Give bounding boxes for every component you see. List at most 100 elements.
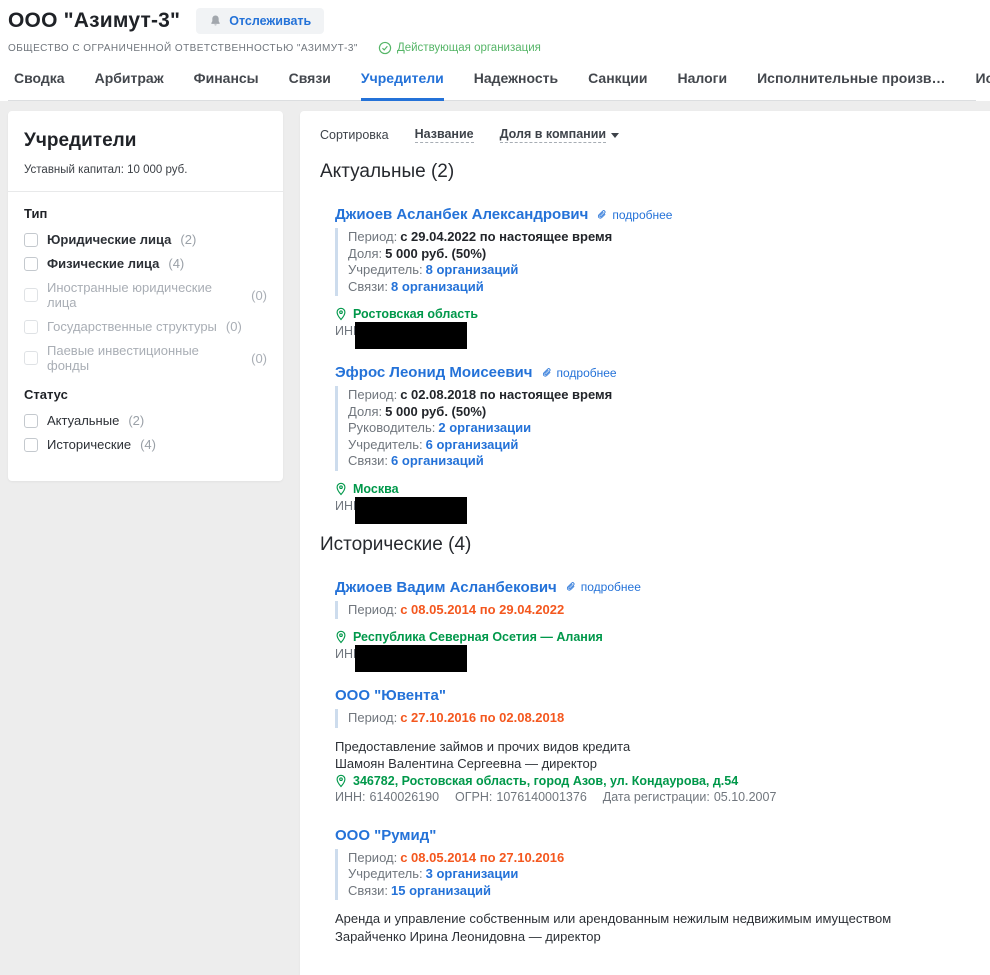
follow-button[interactable]: Отслеживать — [196, 8, 324, 34]
detail-value: с 08.05.2014 по 27.10.2016 — [400, 850, 564, 865]
founder-name-link[interactable]: Джиоев Вадим Асланбекович — [335, 579, 557, 596]
detail-label: Период: — [348, 387, 397, 402]
company-name-link[interactable]: ООО "Ювента" — [335, 687, 446, 704]
checkbox-icon[interactable] — [24, 233, 38, 247]
tab-uchrediteli[interactable]: Учредители — [361, 70, 444, 101]
location-label: Ростовская область — [353, 307, 478, 321]
filter-label: Актуальные — [47, 413, 119, 428]
details-block: Период:с 08.05.2014 по 27.10.2016Учредит… — [335, 849, 970, 901]
details-link-label: подробнее — [612, 208, 672, 222]
details-link[interactable]: подробнее — [541, 366, 617, 380]
inn-row: ИНН — [335, 647, 970, 664]
paperclip-icon — [541, 367, 553, 379]
company-name-link[interactable]: ООО "Румид" — [335, 827, 436, 844]
detail-value[interactable]: 15 организаций — [391, 883, 491, 898]
card-title-row: Эфрос Леонид Моисеевич подробнее — [335, 364, 970, 381]
paperclip-icon — [596, 209, 608, 221]
filter-label: Государственные структуры — [47, 319, 217, 334]
checkbox-icon[interactable] — [24, 257, 38, 271]
sort-option-label: Доля в компании — [500, 127, 606, 143]
detail-row: Период:с 27.10.2016 по 02.08.2018 — [348, 710, 970, 727]
location-label: 346782, Ростовская область, город Азов, … — [353, 774, 738, 788]
details-block: Период:с 02.08.2018 по настоящее времяДо… — [335, 386, 970, 471]
divider — [8, 191, 283, 192]
detail-value[interactable]: 6 организаций — [391, 453, 484, 468]
founder-name-link[interactable]: Джиоев Асланбек Александрович — [335, 206, 588, 223]
redaction-box — [355, 645, 467, 672]
meta-item: ОГРН:1076140001376 — [455, 790, 587, 804]
sort-option[interactable]: Название — [415, 127, 474, 143]
region-link[interactable]: Москва — [335, 482, 970, 496]
company-header: ООО "Азимут-3" Отслеживать ОБЩЕСТВО С ОГ… — [0, 0, 990, 101]
filter-label: Паевые инвестиционные фонды — [47, 343, 242, 373]
filter-count: (0) — [226, 319, 242, 334]
location-pin-icon — [335, 307, 347, 321]
detail-value[interactable]: 8 организаций — [391, 279, 484, 294]
founder-card: Эфрос Леонид Моисеевич подробнее Период:с … — [335, 364, 970, 516]
tab-nalogi[interactable]: Налоги — [677, 70, 727, 101]
detail-row: Доля:5 000 руб. (50%) — [348, 404, 970, 421]
details-link[interactable]: подробнее — [565, 580, 641, 594]
address-link[interactable]: 346782, Ростовская область, город Азов, … — [335, 774, 970, 788]
page-title: ООО "Азимут-3" — [8, 9, 180, 33]
section-heading: Актуальные (2) — [320, 161, 970, 183]
tab-finansy[interactable]: Финансы — [194, 70, 259, 101]
detail-value[interactable]: 2 организации — [438, 420, 531, 435]
tab-istoriya[interactable]: История — [976, 70, 990, 101]
detail-value: с 08.05.2014 по 29.04.2022 — [400, 602, 564, 617]
sort-row: Сортировка Название Доля в компании — [320, 127, 970, 143]
section-heading: Исторические (4) — [320, 534, 970, 556]
detail-value: с 27.10.2016 по 02.08.2018 — [400, 710, 564, 725]
detail-label: Учредитель: — [348, 437, 423, 452]
detail-label: Связи: — [348, 453, 388, 468]
filter-checkbox-row[interactable]: Физические лица(4) — [24, 256, 267, 271]
location-label: Республика Северная Осетия — Алания — [353, 630, 603, 644]
details-block: Период:с 08.05.2014 по 29.04.2022 — [335, 601, 970, 620]
activity-text: Предоставление займов и прочих видов кре… — [335, 738, 970, 756]
filter-checkbox-row[interactable]: Актуальные(2) — [24, 413, 267, 428]
detail-label: Руководитель: — [348, 420, 435, 435]
tab-arbitrazh[interactable]: Арбитраж — [95, 70, 164, 101]
filter-label: Исторические — [47, 437, 131, 452]
checkbox-icon[interactable] — [24, 414, 38, 428]
detail-row: Руководитель:2 организации — [348, 420, 970, 437]
detail-row: Период:с 29.04.2022 по настоящее время — [348, 229, 970, 246]
detail-row: Доля:5 000 руб. (50%) — [348, 246, 970, 263]
founder-name-link[interactable]: Эфрос Леонид Моисеевич — [335, 364, 533, 381]
checkbox-icon[interactable] — [24, 438, 38, 452]
region-link[interactable]: Республика Северная Осетия — Алания — [335, 630, 970, 644]
detail-value[interactable]: 3 организации — [426, 866, 519, 881]
meta-value: 1076140001376 — [496, 790, 586, 804]
meta-value: 6140026190 — [370, 790, 440, 804]
charter-capital: Уставный капитал: 10 000 руб. — [24, 164, 267, 176]
detail-row: Период:с 02.08.2018 по настоящее время — [348, 387, 970, 404]
details-link[interactable]: подробнее — [596, 208, 672, 222]
filter-checkbox-row: Иностранные юридические лица(0) — [24, 280, 267, 310]
meta-label: Дата регистрации: — [603, 790, 710, 804]
filter-count: (2) — [180, 232, 196, 247]
filter-checkbox-row[interactable]: Юридические лица(2) — [24, 232, 267, 247]
detail-label: Период: — [348, 710, 397, 725]
filter-checkbox-row[interactable]: Исторические(4) — [24, 437, 267, 452]
detail-value[interactable]: 6 организаций — [426, 437, 519, 452]
tab-sankcii[interactable]: Санкции — [588, 70, 647, 101]
sort-option[interactable]: Доля в компании — [500, 127, 619, 143]
filter-group-title: Статус — [24, 387, 267, 402]
company-card: ООО "Ювента" Период:с 27.10.2016 по 02.08… — [335, 687, 970, 804]
detail-value[interactable]: 8 организаций — [426, 262, 519, 277]
region-link[interactable]: Ростовская область — [335, 307, 970, 321]
sort-option-label: Название — [415, 127, 474, 143]
detail-label: Период: — [348, 602, 397, 617]
tab-isp-proizvodstva[interactable]: Исполнительные произв… — [757, 70, 945, 101]
details-link-label: подробнее — [557, 366, 617, 380]
sidebar-title: Учредители — [24, 130, 267, 152]
tab-nadezhnost[interactable]: Надежность — [474, 70, 558, 101]
status-badge: Действующая организация — [378, 41, 541, 55]
filter-count: (0) — [251, 288, 267, 303]
tab-svodka[interactable]: Сводка — [14, 70, 65, 101]
location-pin-icon — [335, 774, 347, 788]
detail-value: 5 000 руб. (50%) — [385, 246, 486, 261]
tab-svyazi[interactable]: Связи — [289, 70, 331, 101]
details-block: Период:с 29.04.2022 по настоящее времяДо… — [335, 228, 970, 296]
sort-label: Сортировка — [320, 128, 389, 142]
